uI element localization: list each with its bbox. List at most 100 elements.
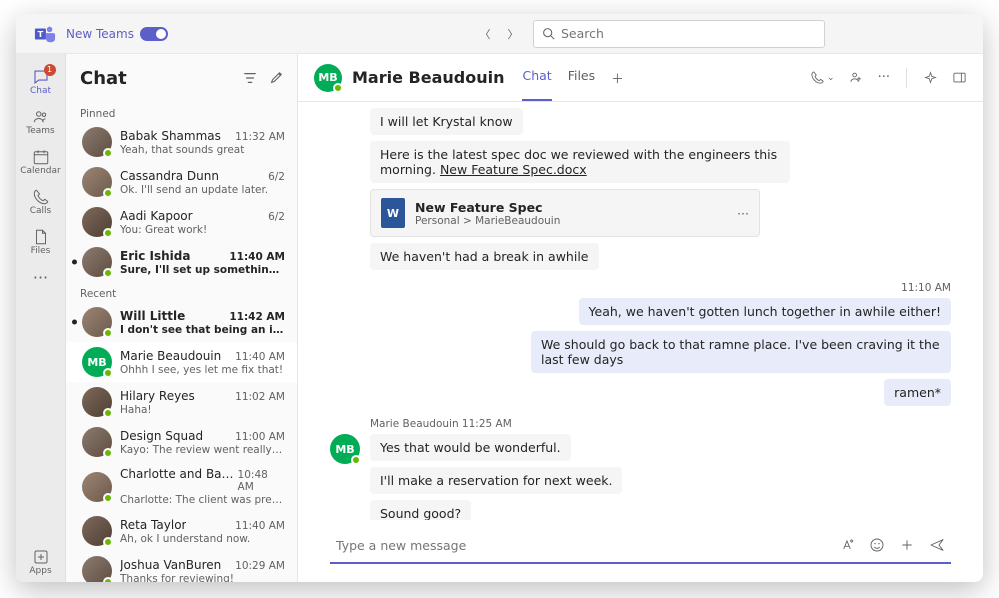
message-bubble[interactable]: I'll make a reservation for next week. [370, 467, 622, 494]
conversation-time: 10:48 AM [238, 469, 285, 493]
chat-header-name: Marie Beaudouin [352, 68, 504, 87]
conversation-preview: I don't see that being an issue. Can you… [120, 324, 285, 336]
rail-teams[interactable]: Teams [16, 102, 66, 142]
conversation-item[interactable]: Eric Ishida11:40 AMSure, I'll set up som… [66, 242, 297, 282]
conversation-item[interactable]: Cassandra Dunn6/2Ok. I'll send an update… [66, 162, 297, 202]
avatar[interactable]: MB [330, 434, 360, 464]
attach-icon[interactable] [899, 537, 915, 553]
message-bubble[interactable]: We haven't had a break in awhile [370, 243, 599, 270]
message-bubble[interactable]: ramen* [884, 379, 951, 406]
file-link[interactable]: New Feature Spec.docx [440, 162, 587, 177]
more-button[interactable]: ··· [878, 70, 890, 85]
forward-button[interactable]: 〉 [501, 22, 525, 46]
chat-list-title: Chat [80, 68, 127, 89]
chat-list-pane: Chat PinnedBabak Shammas11:32 AMYeah, th… [66, 54, 298, 582]
conversation-preview: You: Great work! [120, 224, 285, 236]
conversation-item[interactable]: Babak Shammas11:32 AMYeah, that sounds g… [66, 122, 297, 162]
chat-pane: MB Marie Beaudouin Chat Files ＋ ⌄ ··· [298, 54, 983, 582]
conversation-item[interactable]: Charlotte and Babak10:48 AMCharlotte: Th… [66, 462, 297, 511]
conversation-item[interactable]: Joshua VanBuren10:29 AMThanks for review… [66, 551, 297, 582]
unread-dot [72, 320, 77, 325]
tab-chat[interactable]: Chat [522, 54, 551, 101]
filter-icon[interactable] [243, 71, 257, 85]
chat-header: MB Marie Beaudouin Chat Files ＋ ⌄ ··· [298, 54, 983, 102]
teams-icon [32, 108, 50, 126]
conversation-time: 11:00 AM [235, 431, 285, 443]
copilot-button[interactable] [923, 70, 938, 85]
rail-calls[interactable]: Calls [16, 182, 66, 222]
word-file-icon [381, 198, 405, 228]
new-teams-toggle[interactable] [140, 27, 168, 41]
conversation-item[interactable]: Design Squad11:00 AMKayo: The review wen… [66, 422, 297, 462]
compose-input[interactable] [336, 538, 839, 553]
conversation-item[interactable]: Reta Taylor11:40 AMAh, ok I understand n… [66, 511, 297, 551]
chat-header-avatar[interactable]: MB [314, 64, 342, 92]
conversation-time: 11:42 AM [229, 311, 285, 323]
message-bubble[interactable]: We should go back to that ramne place. I… [531, 331, 951, 373]
rail-files[interactable]: Files [16, 222, 66, 262]
people-button[interactable] [849, 70, 864, 85]
app-rail: 1 Chat Teams Calendar Calls Files ··· [16, 54, 66, 582]
conversation-time: 11:32 AM [235, 131, 285, 143]
back-button[interactable]: 〈 [473, 22, 497, 46]
rail-apps[interactable]: Apps [16, 542, 66, 582]
conversation-preview: Sure, I'll set up something for next wee… [120, 264, 285, 276]
emoji-icon[interactable] [869, 537, 885, 553]
presence-icon [333, 83, 343, 93]
search-icon [542, 27, 555, 40]
conversation-item[interactable]: MBMarie Beaudouin11:40 AMOhhh I see, yes… [66, 342, 297, 382]
presence-icon [351, 455, 361, 465]
file-attachment[interactable]: New Feature Spec Personal > MarieBeaudou… [370, 189, 760, 237]
search-input[interactable] [561, 26, 816, 41]
conversation-preview: Charlotte: The client was pretty happy w… [120, 494, 285, 506]
rail-more[interactable]: ··· [16, 262, 66, 292]
message-bubble[interactable]: I will let Krystal know [370, 108, 523, 135]
conversation-time: 11:40 AM [229, 251, 285, 263]
avatar [82, 427, 112, 457]
conversation-name: Babak Shammas [120, 129, 221, 143]
avatar [82, 516, 112, 546]
avatar [82, 472, 112, 502]
open-pane-button[interactable] [952, 70, 967, 85]
presence-icon [103, 448, 113, 458]
send-button[interactable] [929, 537, 945, 553]
conversation-item[interactable]: Hilary Reyes11:02 AMHaha! [66, 382, 297, 422]
conversation-name: Aadi Kapoor [120, 209, 193, 223]
compose-area [298, 520, 983, 582]
message-bubble[interactable]: Sound good? [370, 500, 471, 520]
unread-dot [72, 260, 77, 265]
chat-list-header: Chat [66, 54, 297, 102]
rail-chat[interactable]: 1 Chat [16, 62, 66, 102]
avatar: MB [82, 347, 112, 377]
conversation-preview: Ah, ok I understand now. [120, 533, 285, 545]
search-box[interactable] [533, 20, 825, 48]
presence-icon [103, 537, 113, 547]
history-nav: 〈 〉 [473, 22, 525, 46]
message-bubble[interactable]: Here is the latest spec doc we reviewed … [370, 141, 790, 183]
avatar [82, 307, 112, 337]
message-list[interactable]: I will let Krystal know Here is the late… [298, 102, 983, 520]
conversation-name: Marie Beaudouin [120, 349, 221, 363]
calls-icon [32, 188, 50, 206]
conversation-name: Will Little [120, 309, 185, 323]
conversation-name: Joshua VanBuren [120, 558, 221, 572]
conversation-item[interactable]: Aadi Kapoor6/2You: Great work! [66, 202, 297, 242]
more-icon: ··· [33, 268, 48, 286]
tab-files[interactable]: Files [568, 54, 595, 101]
conversation-name: Hilary Reyes [120, 389, 195, 403]
conversation-name: Reta Taylor [120, 518, 186, 532]
compose-icon[interactable] [269, 71, 283, 85]
rail-calendar[interactable]: Calendar [16, 142, 66, 182]
format-icon[interactable] [839, 537, 855, 553]
call-button[interactable]: ⌄ [810, 70, 835, 85]
add-tab-button[interactable]: ＋ [611, 54, 624, 101]
presence-icon [103, 268, 113, 278]
conversation-preview: Haha! [120, 404, 285, 416]
presence-icon [103, 228, 113, 238]
conversation-item[interactable]: Will Little 11:42 AMI don't see that bein… [66, 302, 297, 342]
presence-icon [103, 368, 113, 378]
compose-box[interactable] [330, 528, 951, 564]
message-bubble[interactable]: Yeah, we haven't gotten lunch together i… [579, 298, 951, 325]
message-bubble[interactable]: Yes that would be wonderful. [370, 434, 571, 461]
file-more-icon[interactable]: ··· [737, 206, 749, 221]
